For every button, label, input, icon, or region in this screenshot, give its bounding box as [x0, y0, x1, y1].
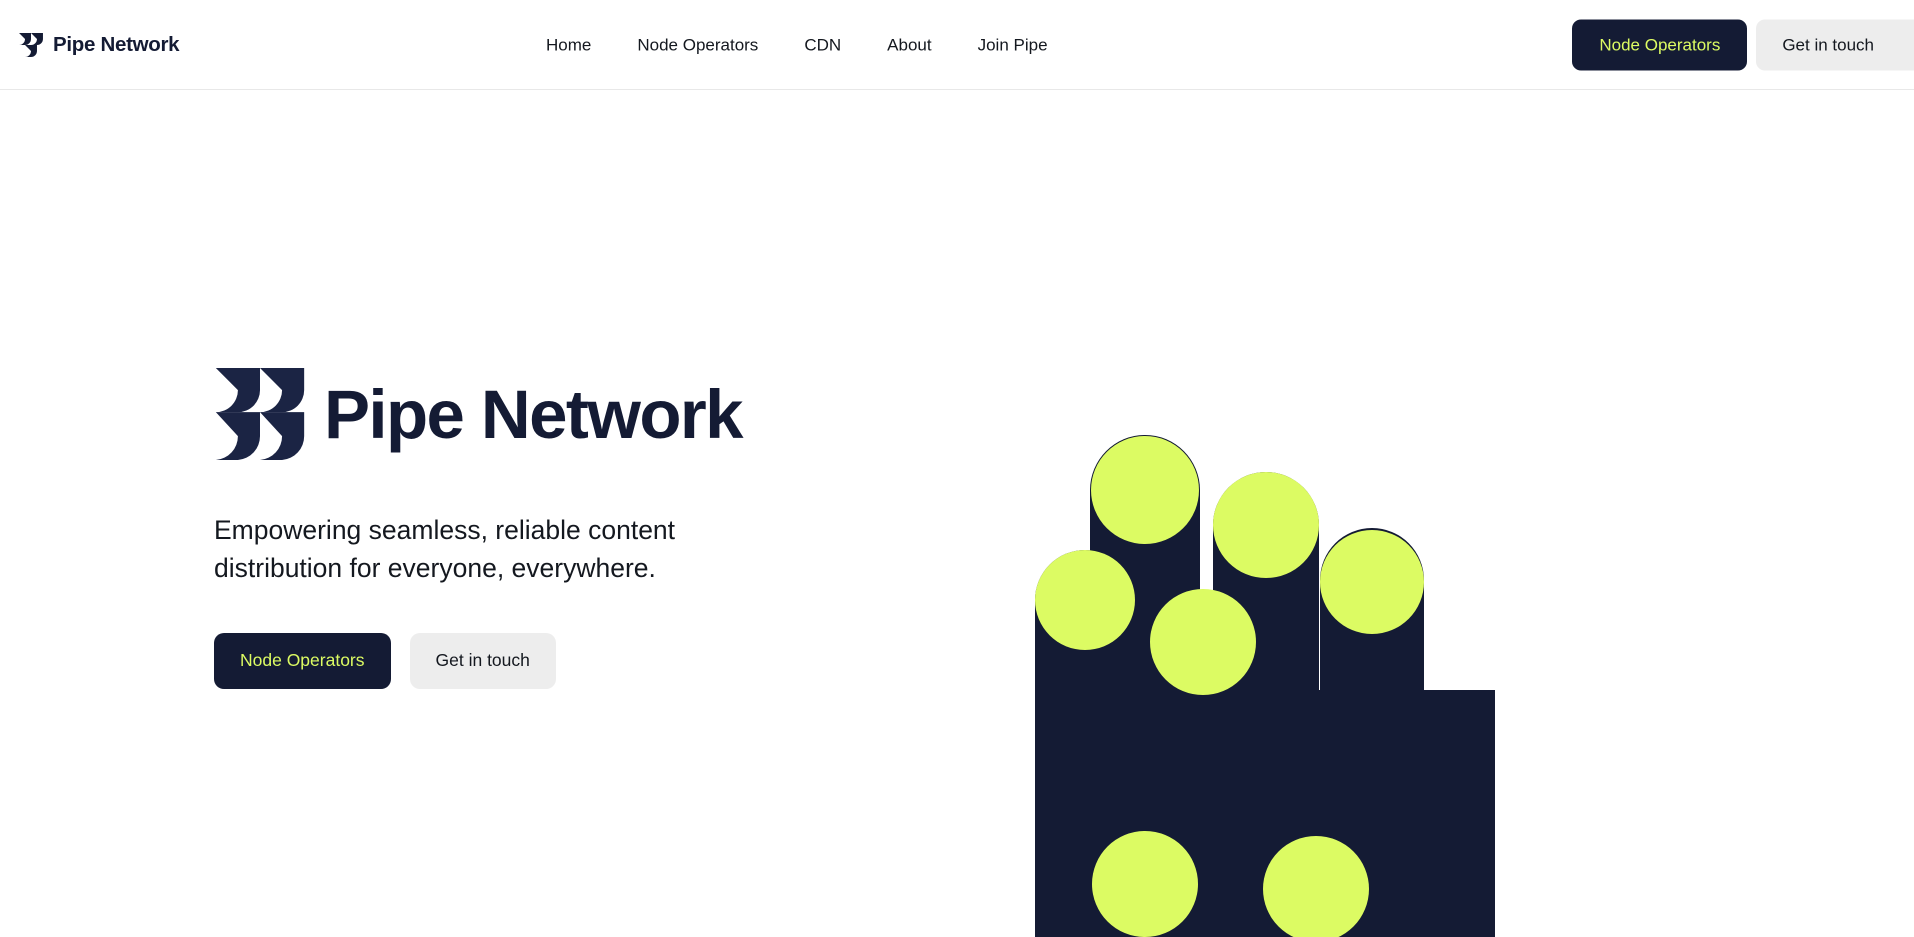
hero-cta-group: Node Operators Get in touch	[214, 633, 854, 689]
site-header: Pipe Network Home Node Operators CDN Abo…	[0, 0, 1914, 90]
nav-item-join-pipe[interactable]: Join Pipe	[955, 36, 1071, 53]
header-get-in-touch-button[interactable]: Get in touch	[1756, 19, 1914, 70]
hero-tagline: Empowering seamless, reliable content di…	[214, 515, 676, 583]
pipe-network-logo-icon	[19, 32, 43, 57]
brand-logo[interactable]: Pipe Network	[18, 32, 180, 58]
nav-item-home[interactable]: Home	[546, 36, 614, 53]
main-navigation: Home Node Operators CDN About Join Pipe	[546, 36, 1071, 53]
hero-section: Pipe Network Empowering seamless, reliab…	[0, 90, 1914, 937]
hero-node-operators-button[interactable]: Node Operators	[214, 633, 391, 689]
nav-item-node-operators[interactable]: Node Operators	[614, 36, 781, 53]
nav-item-about[interactable]: About	[864, 36, 954, 53]
brand-name: Pipe Network	[53, 32, 180, 56]
bar-chart-nodes-illustration	[1035, 370, 1495, 937]
hero-wordmark: Pipe Network	[214, 366, 854, 462]
illustration-svg	[1035, 435, 1495, 937]
nav-item-cdn[interactable]: CDN	[781, 36, 864, 53]
hero-copy: Pipe Network Empowering seamless, reliab…	[214, 366, 854, 689]
header-actions: Node Operators Get in touch	[1572, 19, 1914, 70]
pipe-network-logo-icon	[215, 368, 305, 460]
header-node-operators-button[interactable]: Node Operators	[1572, 19, 1748, 70]
hero-get-in-touch-button[interactable]: Get in touch	[409, 633, 556, 689]
hero-wordmark-text: Pipe Network	[324, 375, 744, 453]
